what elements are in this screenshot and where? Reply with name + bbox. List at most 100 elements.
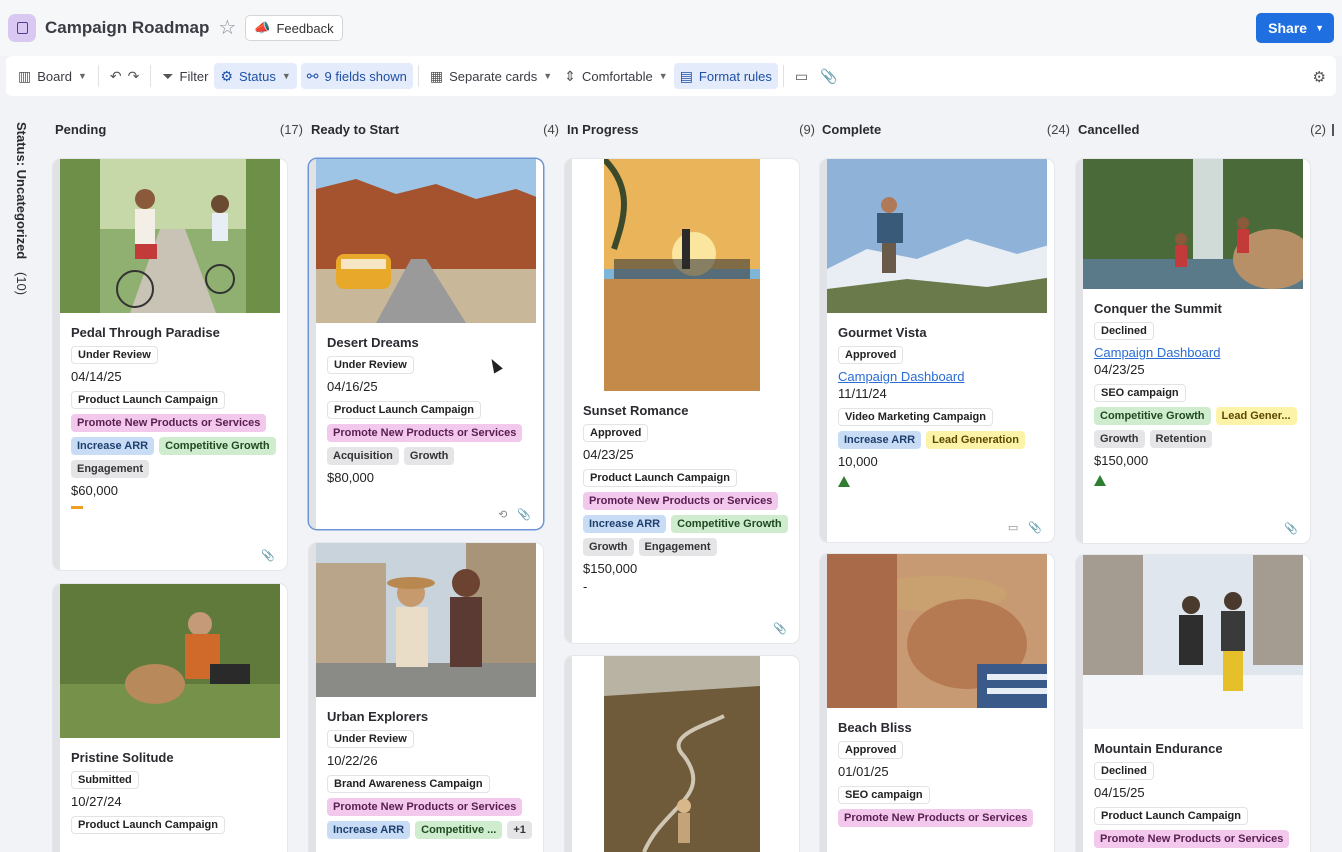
separate-cards-button[interactable]: ▦ Separate cards ▼ xyxy=(424,63,558,89)
priority-high-icon xyxy=(838,476,850,487)
campaign-dashboard-link[interactable]: Campaign Dashboard xyxy=(838,369,1044,384)
campaign-badge: Product Launch Campaign xyxy=(1094,807,1248,825)
filter-icon: ⏷ xyxy=(162,67,174,84)
redo-button[interactable]: ↷ xyxy=(128,63,146,89)
card-body: Pristine Solitude Submitted 10/27/24 Pro… xyxy=(53,738,287,847)
card-image xyxy=(316,159,536,323)
paperclip-icon[interactable]: 📎 xyxy=(261,549,275,562)
card-image xyxy=(827,159,1047,313)
divider xyxy=(150,65,152,87)
card-image xyxy=(572,656,792,852)
card-gourmet-vista[interactable]: Gourmet Vista Approved Campaign Dashboar… xyxy=(820,159,1054,542)
group-icon: ⚙ xyxy=(220,67,233,84)
status-badge: Approved xyxy=(838,346,904,364)
fields-button[interactable]: ⚯ 9 fields shown xyxy=(300,63,413,89)
campaign-dashboard-link[interactable]: Campaign Dashboard xyxy=(1094,345,1300,360)
tag: Competitive Growth xyxy=(159,437,276,455)
chevron-down-icon: ▼ xyxy=(658,71,668,81)
campaign-badge: SEO campaign xyxy=(838,786,930,804)
tag: Increase ARR xyxy=(583,515,667,533)
app-icon[interactable] xyxy=(8,14,36,42)
toolbar: ▥ Board ▼ ↶ ↷ ⏷ Filter ⚙ Status ▼ ⚯ 9 fi… xyxy=(6,56,1336,96)
column-complete: Complete (24) Gourmet Vista Approved Cam… xyxy=(820,112,1070,852)
comment-icon[interactable]: ▭ xyxy=(1008,521,1018,534)
date-value: 04/14/25 xyxy=(71,369,122,384)
column-pending: Pending (17) Pedal Through Paradise Unde… xyxy=(53,112,303,852)
status-badge: Under Review xyxy=(327,356,414,374)
paperclip-icon[interactable]: 📎 xyxy=(1028,521,1042,534)
campaign-badge: Brand Awareness Campaign xyxy=(327,775,490,793)
group-status-button[interactable]: ⚙ Status ▼ xyxy=(214,63,297,89)
card-body: Mountain Endurance Declined 04/15/25 Pro… xyxy=(1076,729,1310,852)
tag: Increase ARR xyxy=(838,431,922,449)
group-label[interactable]: Status: Uncategorized (10) xyxy=(14,122,36,302)
card-pristine-solitude[interactable]: Pristine Solitude Submitted 10/27/24 Pro… xyxy=(53,584,287,852)
board-view-button[interactable]: ▥ Board ▼ xyxy=(12,63,93,89)
card-image xyxy=(1083,159,1303,289)
density-button[interactable]: ⇕ Comfortable ▼ xyxy=(558,63,673,89)
status-badge: Under Review xyxy=(327,730,414,748)
campaign-badge: Product Launch Campaign xyxy=(71,816,225,834)
column-header: Ready to Start (4) xyxy=(311,121,559,137)
gear-icon[interactable]: ⚙ xyxy=(1313,68,1326,86)
goal-tag: Promote New Products or Services xyxy=(327,798,523,816)
date-value: 10/27/24 xyxy=(71,794,122,809)
comment-button[interactable]: ▭ xyxy=(789,63,814,89)
redo-icon: ↷ xyxy=(127,67,140,84)
status-badge: Approved xyxy=(838,741,904,759)
goal-tag: Promote New Products or Services xyxy=(327,424,523,442)
date-value: 11/11/24 xyxy=(838,386,887,401)
card-conquer-the-summit[interactable]: Conquer the Summit Declined Campaign Das… xyxy=(1076,159,1310,543)
chevron-down-icon: ▼ xyxy=(1315,23,1324,33)
paperclip-icon[interactable]: 📎 xyxy=(773,622,787,635)
chevron-down-icon: ▼ xyxy=(543,71,553,81)
card-body: Urban Explorers Under Review 10/22/26 Br… xyxy=(309,697,543,852)
tag: Growth xyxy=(583,538,634,556)
more-tags-badge[interactable]: +1 xyxy=(507,821,532,839)
fields-icon: ⚯ xyxy=(306,67,319,84)
card-body: Desert Dreams Under Review 04/16/25 Prod… xyxy=(309,323,543,500)
status-badge: Declined xyxy=(1094,322,1154,340)
priority-medium-icon xyxy=(71,506,83,509)
status-badge: Approved xyxy=(583,424,649,442)
card-image xyxy=(827,554,1047,708)
paperclip-icon[interactable]: 📎 xyxy=(517,508,531,521)
card-sunset-romance[interactable]: Sunset Romance Approved 04/23/25 Product… xyxy=(565,159,799,643)
column-header: Cancelled (2) xyxy=(1078,121,1326,137)
date-value: 04/16/25 xyxy=(327,379,378,394)
card-desert-dreams[interactable]: Desert Dreams Under Review 04/16/25 Prod… xyxy=(309,159,543,529)
format-rules-button[interactable]: ▤ Format rules xyxy=(673,63,778,89)
undo-button[interactable]: ↶ xyxy=(104,63,128,89)
priority-value: - xyxy=(583,579,588,594)
share-card-icon[interactable]: ⟲ xyxy=(498,508,507,521)
chevron-down-icon: ▼ xyxy=(281,71,291,81)
feedback-button[interactable]: 📣 Feedback xyxy=(245,15,343,41)
card-in-progress-2[interactable] xyxy=(565,656,799,852)
card-pedal-through-paradise[interactable]: Pedal Through Paradise Under Review 04/1… xyxy=(53,159,287,570)
comment-icon: ▭ xyxy=(794,67,809,84)
goal-tag: Promote New Products or Services xyxy=(1094,830,1290,848)
column-header: Pending (17) xyxy=(55,121,303,137)
board-icon: ▥ xyxy=(18,67,32,84)
share-button[interactable]: Share ▼ xyxy=(1256,13,1334,43)
filter-button[interactable]: ⏷ Filter xyxy=(156,63,214,89)
density-icon: ⇕ xyxy=(564,67,576,84)
goal-tag: Promote New Products or Services xyxy=(583,492,779,510)
tag: Engagement xyxy=(71,460,150,478)
paperclip-icon[interactable]: 📎 xyxy=(1284,522,1298,535)
next-column-edge xyxy=(1332,124,1334,136)
attachment-button[interactable]: 📎 xyxy=(814,63,843,89)
undo-icon: ↶ xyxy=(109,67,122,84)
chevron-down-icon: ▼ xyxy=(77,71,87,81)
card-urban-explorers[interactable]: Urban Explorers Under Review 10/22/26 Br… xyxy=(309,543,543,852)
card-beach-bliss[interactable]: Beach Bliss Approved 01/01/25 SEO campai… xyxy=(820,554,1054,852)
card-image xyxy=(1083,555,1303,729)
card-image xyxy=(572,159,792,391)
campaign-badge: Video Marketing Campaign xyxy=(838,408,993,426)
card-mountain-endurance[interactable]: Mountain Endurance Declined 04/15/25 Pro… xyxy=(1076,555,1310,852)
star-icon[interactable]: ☆ xyxy=(218,18,236,38)
divider xyxy=(97,65,99,87)
column-in-progress: In Progress (9) Sunset Romance Approved … xyxy=(565,112,815,852)
campaign-badge: SEO campaign xyxy=(1094,384,1186,402)
column-ready-to-start: Ready to Start (4) Desert Dreams Under R… xyxy=(309,112,559,852)
